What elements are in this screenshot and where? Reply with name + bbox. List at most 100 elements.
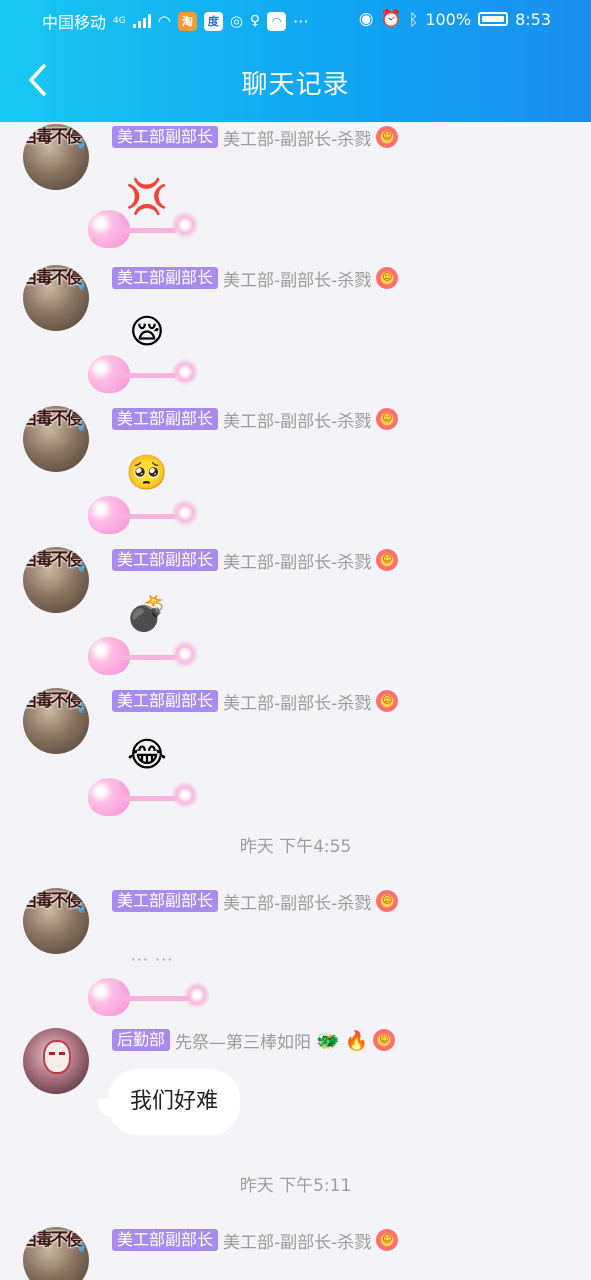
sender-nickname[interactable]: 先祭—第三棒如阳 bbox=[175, 1028, 311, 1053]
ribbon-decoration bbox=[118, 796, 176, 801]
sleepy-emoji-icon: 😪 bbox=[129, 312, 165, 352]
member-badge: 美工部副部长 bbox=[112, 408, 219, 430]
browser-icon: ◠ bbox=[267, 11, 287, 31]
clock: 8:53 bbox=[515, 9, 551, 29]
battery-level: 100% bbox=[425, 9, 472, 29]
bulb-icon: ♀ bbox=[249, 13, 261, 29]
member-badge: 后勤部 bbox=[112, 1029, 171, 1051]
bluetooth-icon: ᛒ bbox=[408, 9, 419, 29]
anger-emoji-icon: 💢 bbox=[125, 177, 169, 217]
battery-icon bbox=[478, 12, 509, 26]
leaf-icon: ❦ bbox=[76, 561, 87, 576]
sender-nickname[interactable]: 美工部-副部长-杀戮 bbox=[223, 266, 371, 291]
sender-nickname[interactable]: 美工部-副部长-杀戮 bbox=[223, 889, 371, 914]
flower-decoration-icon bbox=[184, 980, 210, 1010]
laughing-emoji-icon: 😂 bbox=[127, 735, 167, 775]
member-badge: 美工部副部长 bbox=[112, 890, 219, 912]
timestamp: 昨天 下午4:55 bbox=[239, 837, 352, 857]
sender-nickname[interactable]: 美工部-副部长-杀戮 bbox=[223, 689, 371, 714]
avatar[interactable]: 百毒不侵 ❦ bbox=[23, 888, 89, 954]
member-badge: 美工部副部长 bbox=[112, 690, 219, 712]
flower-decoration-icon bbox=[172, 357, 198, 387]
avatar[interactable] bbox=[23, 1028, 89, 1094]
wechat-icon: ◎ bbox=[229, 12, 243, 30]
level-smiley-icon: ☺ bbox=[376, 690, 399, 712]
dragon-icon: 🐲 bbox=[316, 1029, 340, 1052]
level-smiley-icon: ☺ bbox=[376, 267, 399, 289]
leaf-icon: ❦ bbox=[76, 279, 87, 294]
fox-mask-icon bbox=[43, 1040, 71, 1074]
message-text: ··· ··· bbox=[130, 950, 174, 969]
avatar-text: 百毒不侵 bbox=[23, 1230, 83, 1250]
member-badge: 美工部副部长 bbox=[112, 1229, 219, 1251]
avatar-text: 百毒不侵 bbox=[23, 691, 83, 711]
chat-message: 百毒不侵 ❦ 美工部副部长 美工部-副部长-杀戮 ☺ ··· ··· bbox=[0, 886, 591, 1016]
avatar[interactable]: 百毒不侵 ❦ bbox=[23, 1227, 89, 1280]
sender-nickname[interactable]: 美工部-副部长-杀戮 bbox=[223, 407, 371, 432]
avatar-text: 百毒不侵 bbox=[23, 550, 83, 570]
emoji-bubble[interactable]: ··· ··· bbox=[88, 938, 212, 1018]
avatar[interactable]: 百毒不侵 ❦ bbox=[23, 547, 89, 613]
flower-decoration-icon bbox=[172, 639, 198, 669]
chat-message: 百毒不侵 ❦ 美工部副部长 美工部-副部长-杀戮 ☺ 😪 bbox=[0, 263, 591, 393]
emoji-bubble[interactable]: 💢 bbox=[88, 177, 200, 262]
leaf-icon: ❦ bbox=[76, 702, 87, 717]
sender-nickname[interactable]: 美工部-副部长-杀戮 bbox=[223, 548, 371, 573]
pleading-emoji-icon: 🥺 bbox=[125, 453, 169, 493]
avatar[interactable]: 百毒不侵 ❦ bbox=[23, 265, 89, 331]
leaf-icon: ❦ bbox=[76, 902, 87, 917]
leaf-icon: ❦ bbox=[76, 420, 87, 435]
avatar-text: 百毒不侵 bbox=[23, 127, 83, 147]
app-notification-icon: 淘 bbox=[177, 11, 197, 31]
avatar-text: 百毒不侵 bbox=[23, 409, 83, 429]
chat-message: 百毒不侵 ❦ 美工部副部长 美工部-副部长-杀戮 ☺ 💢 bbox=[0, 122, 591, 248]
avatar-text: 百毒不侵 bbox=[23, 891, 83, 911]
avatar[interactable]: 百毒不侵 ❦ bbox=[23, 124, 89, 190]
network-type: 4G bbox=[113, 16, 126, 26]
avatar[interactable]: 百毒不侵 ❦ bbox=[23, 688, 89, 754]
level-smiley-icon: ☺ bbox=[376, 549, 399, 571]
ribbon-decoration bbox=[118, 514, 176, 519]
ribbon-decoration bbox=[118, 655, 176, 660]
flower-decoration-icon bbox=[172, 780, 198, 810]
level-smiley-icon: ☺ bbox=[376, 408, 399, 430]
level-smiley-icon: ☺ bbox=[376, 890, 399, 912]
timestamp: 昨天 下午5:11 bbox=[239, 1176, 352, 1196]
level-smiley-icon: ☺ bbox=[376, 126, 399, 148]
chat-message: 百毒不侵 ❦ 美工部副部长 美工部-副部长-杀戮 ☺ bbox=[0, 1225, 591, 1280]
status-bar: 中国移动 4G ◠ 淘 度 ◎ ♀ ◠ ··· ◉ ⏰ ᛒ 100% 8:53 bbox=[0, 0, 591, 40]
member-badge: 美工部副部长 bbox=[112, 549, 219, 571]
flower-decoration-icon bbox=[172, 498, 198, 528]
fire-icon: 🔥 bbox=[344, 1029, 369, 1052]
page-title: 聊天记录 bbox=[241, 70, 350, 100]
member-badge: 美工部副部长 bbox=[112, 126, 219, 148]
alarm-icon: ⏰ bbox=[380, 9, 402, 29]
ribbon-decoration bbox=[118, 996, 190, 1001]
message-bubble[interactable]: 我们好难 bbox=[108, 1069, 241, 1135]
bomb-emoji-icon: 💣 bbox=[125, 594, 169, 634]
carrier-name: 中国移动 bbox=[42, 13, 107, 32]
baidu-icon: 度 bbox=[203, 11, 223, 31]
avatar-text: 百毒不侵 bbox=[23, 268, 83, 288]
emoji-bubble[interactable]: 😂 bbox=[88, 735, 200, 818]
chat-message: 百毒不侵 ❦ 美工部副部长 美工部-副部长-杀戮 ☺ 🥺 bbox=[0, 404, 591, 534]
leaf-icon: ❦ bbox=[76, 1241, 87, 1256]
eye-icon: ◉ bbox=[358, 9, 374, 29]
emoji-bubble[interactable]: 💣 bbox=[88, 594, 200, 677]
emoji-bubble[interactable]: 🥺 bbox=[88, 453, 200, 536]
chat-message: 百毒不侵 ❦ 美工部副部长 美工部-副部长-杀戮 ☺ 😂 bbox=[0, 686, 591, 816]
level-smiley-icon: ☺ bbox=[376, 1229, 399, 1251]
avatar[interactable]: 百毒不侵 ❦ bbox=[23, 406, 89, 472]
wifi-icon: ◠ bbox=[157, 12, 171, 30]
ribbon-decoration bbox=[118, 228, 176, 233]
sender-nickname[interactable]: 美工部-副部长-杀戮 bbox=[223, 125, 371, 150]
signal-icon bbox=[132, 14, 151, 28]
title-bar: 中国移动 4G ◠ 淘 度 ◎ ♀ ◠ ··· ◉ ⏰ ᛒ 100% 8:53 … bbox=[0, 0, 591, 122]
chat-message: 百毒不侵 ❦ 美工部副部长 美工部-副部长-杀戮 ☺ 💣 bbox=[0, 545, 591, 675]
more-notifications-icon: ··· bbox=[293, 11, 309, 31]
sender-nickname[interactable]: 美工部-副部长-杀戮 bbox=[223, 1228, 371, 1253]
chat-message: 后勤部 先祭—第三棒如阳 🐲 🔥 ☺ 我们好难 bbox=[0, 1027, 591, 1147]
level-smiley-icon: ☺ bbox=[373, 1029, 396, 1051]
emoji-bubble[interactable]: 😪 bbox=[88, 312, 200, 395]
ribbon-decoration bbox=[118, 373, 176, 378]
